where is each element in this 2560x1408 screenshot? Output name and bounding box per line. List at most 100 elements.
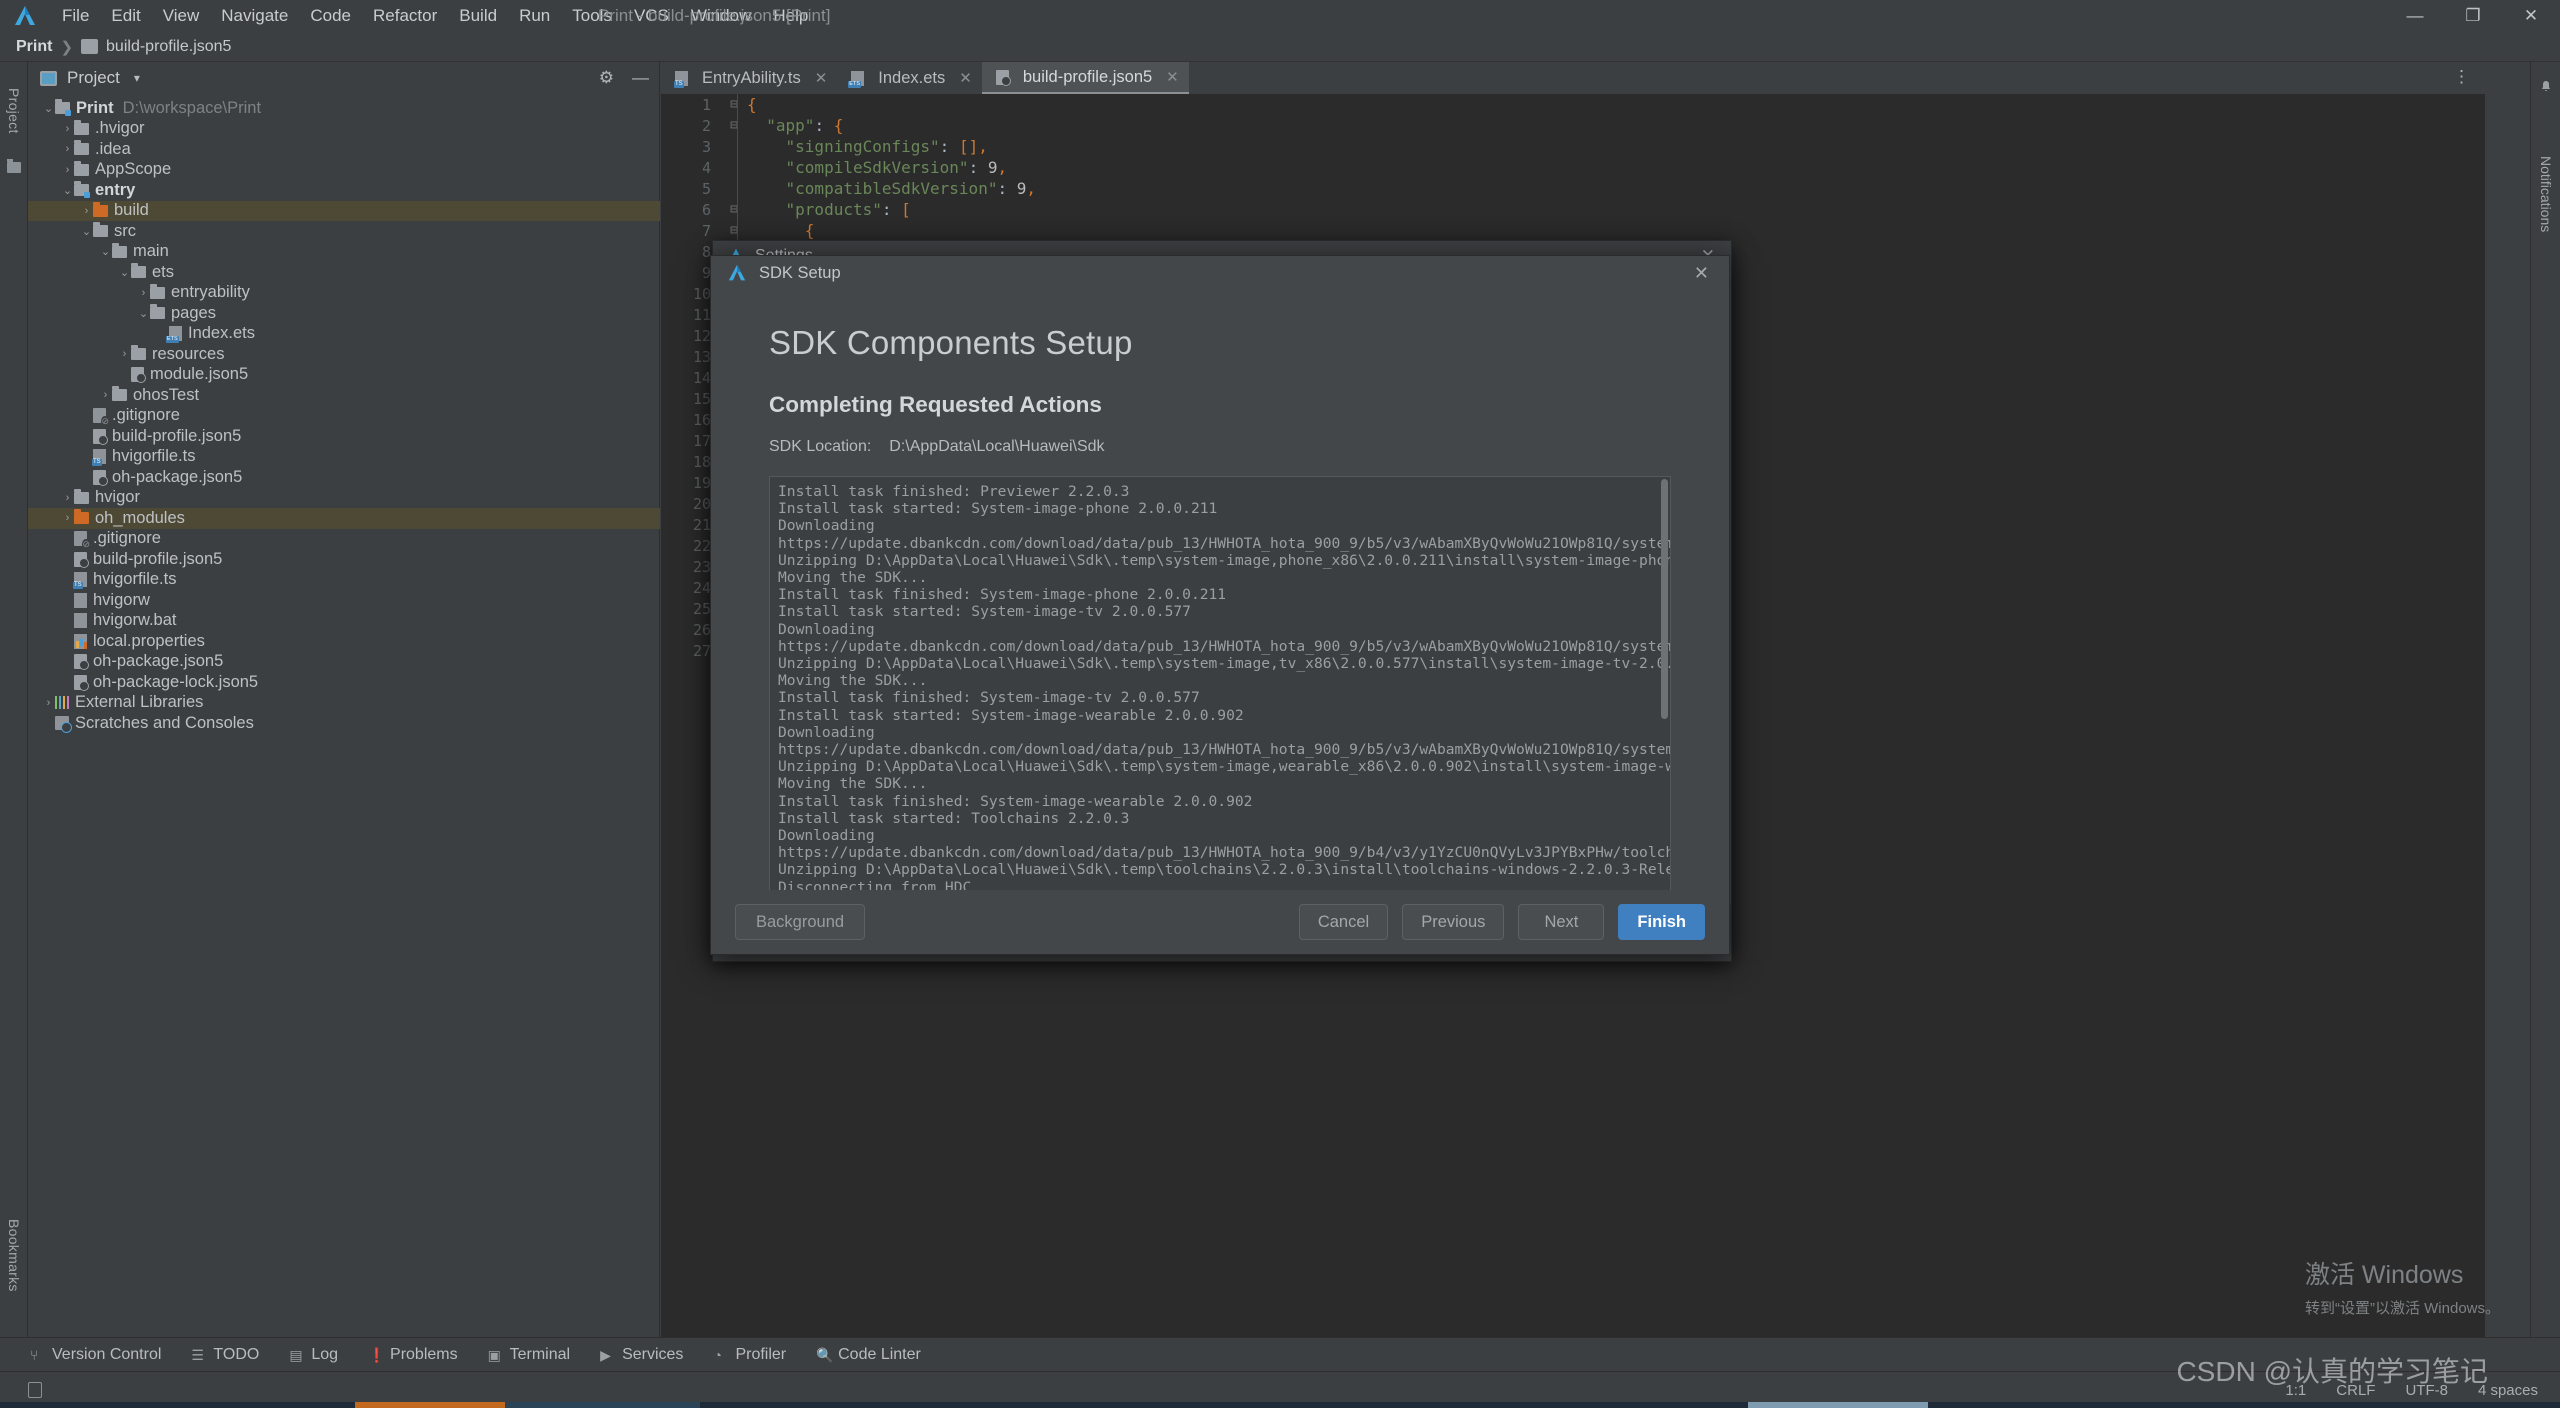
tree-item-src[interactable]: ⌄src	[28, 221, 660, 242]
menu-item-run[interactable]: Run	[519, 6, 550, 26]
chevron-right-icon[interactable]: ›	[61, 512, 74, 524]
tool-window-terminal[interactable]: ▣Terminal	[488, 1346, 570, 1364]
menu-item-view[interactable]: View	[163, 6, 200, 26]
left-tool-strip[interactable]: Project Bookmarks Structure	[0, 62, 28, 1363]
tree-item--hvigor[interactable]: ›.hvigor	[28, 119, 660, 140]
code-text[interactable]: "app": {	[747, 116, 843, 135]
close-icon[interactable]: ✕	[1694, 263, 1709, 284]
tree-item-oh-package-json5[interactable]: ·oh-package.json5	[28, 652, 660, 673]
taskbar-item-2[interactable]	[505, 1402, 700, 1408]
menu-item-file[interactable]: File	[62, 6, 89, 26]
tree-item-entryability[interactable]: ›entryability	[28, 283, 660, 304]
tool-window-problems[interactable]: ❗Problems	[368, 1346, 458, 1364]
sidebar-tab-project[interactable]: Project	[0, 68, 28, 154]
sidebar-tab-bookmarks[interactable]: Bookmarks	[0, 1200, 28, 1310]
cancel-button[interactable]: Cancel	[1299, 904, 1388, 940]
tree-item-hvigor[interactable]: ›hvigor	[28, 488, 660, 509]
bell-icon[interactable]	[2540, 80, 2552, 92]
tree-item-oh-package-json5[interactable]: ·oh-package.json5	[28, 467, 660, 488]
chevron-down-icon[interactable]: ⌄	[80, 225, 93, 238]
tool-window-version-control[interactable]: ⑂Version Control	[30, 1346, 161, 1364]
tree-item-hvigorfile-ts[interactable]: ·hvigorfile.ts	[28, 447, 660, 468]
tree-item-hvigorw[interactable]: ·hvigorw	[28, 590, 660, 611]
tool-window-services[interactable]: ▶Services	[600, 1346, 683, 1364]
chevron-right-icon[interactable]: ›	[80, 205, 93, 217]
editor-tab-bar[interactable]: EntryAbility.ts✕Index.ets✕build-profile.…	[661, 62, 2485, 94]
menu-item-code[interactable]: Code	[310, 6, 351, 26]
finish-button[interactable]: Finish	[1618, 904, 1705, 940]
project-tree[interactable]: ⌄PrintD:\workspace\Print›.hvigor›.idea›A…	[28, 98, 660, 734]
minimize-button[interactable]: —	[2386, 0, 2444, 32]
tree-item-ohostest[interactable]: ›ohosTest	[28, 385, 660, 406]
tree-item-external-libraries[interactable]: ›External Libraries	[28, 693, 660, 714]
chevron-down-icon[interactable]: ⌄	[118, 266, 131, 279]
chevron-down-icon[interactable]: ⌄	[137, 307, 150, 320]
gear-icon[interactable]: ⚙	[599, 68, 614, 88]
maximize-button[interactable]: ❐	[2444, 0, 2502, 32]
chevron-down-icon[interactable]: ⌄	[61, 184, 74, 197]
menu-item-refactor[interactable]: Refactor	[373, 6, 437, 26]
background-button[interactable]: Background	[735, 904, 865, 940]
tree-item-main[interactable]: ⌄main	[28, 242, 660, 263]
tree-item-entry[interactable]: ⌄entry	[28, 180, 660, 201]
taskbar-item-1[interactable]	[355, 1402, 505, 1408]
code-text[interactable]: "products": [	[747, 200, 911, 219]
close-button[interactable]: ✕	[2502, 0, 2560, 32]
tree-item-appscope[interactable]: ›AppScope	[28, 160, 660, 181]
chevron-right-icon[interactable]: ›	[118, 348, 131, 360]
memory-indicator-icon[interactable]	[28, 1382, 42, 1398]
right-tool-strip[interactable]: Notifications	[2530, 62, 2560, 1363]
tree-item-build[interactable]: ›build	[28, 201, 660, 222]
tree-item-scratches-and-consoles[interactable]: ·Scratches and Consoles	[28, 713, 660, 734]
chevron-right-icon[interactable]: ›	[61, 164, 74, 176]
close-tab-icon[interactable]: ✕	[959, 69, 972, 87]
tree-item-pages[interactable]: ⌄pages	[28, 303, 660, 324]
tab-overflow-icon[interactable]: ⋮	[2453, 67, 2471, 87]
tree-item--idea[interactable]: ›.idea	[28, 139, 660, 160]
tree-item--gitignore[interactable]: ·.gitignore	[28, 406, 660, 427]
tool-window-code-linter[interactable]: 🔍Code Linter	[816, 1346, 921, 1364]
tree-item-oh-package-lock-json5[interactable]: ·oh-package-lock.json5	[28, 672, 660, 693]
tree-item-build-profile-json5[interactable]: ·build-profile.json5	[28, 549, 660, 570]
tree-item-module-json5[interactable]: ·module.json5	[28, 365, 660, 386]
chevron-right-icon[interactable]: ›	[99, 389, 112, 401]
fold-toggle-icon[interactable]: ⊟	[721, 223, 747, 238]
tree-item-oh-modules[interactable]: ›oh_modules	[28, 508, 660, 529]
chevron-right-icon[interactable]: ›	[61, 143, 74, 155]
tree-item-build-profile-json5[interactable]: ·build-profile.json5	[28, 426, 660, 447]
tree-item-ets[interactable]: ⌄ets	[28, 262, 660, 283]
fold-toggle-icon[interactable]: ⊟	[721, 97, 747, 112]
code-text[interactable]: "compileSdkVersion": 9,	[747, 158, 1007, 177]
taskbar-item-3[interactable]	[1748, 1402, 1928, 1408]
code-text[interactable]: {	[747, 221, 814, 240]
close-tab-icon[interactable]: ✕	[815, 69, 828, 87]
sidebar-tab-notifications[interactable]: Notifications	[2531, 104, 2560, 284]
tree-item-resources[interactable]: ›resources	[28, 344, 660, 365]
tree-item-index-ets[interactable]: ·Index.ets	[28, 324, 660, 345]
code-text[interactable]: "compatibleSdkVersion": 9,	[747, 179, 1036, 198]
sdk-dialog-footer[interactable]: Background Cancel Previous Next Finish	[711, 890, 1729, 954]
breadcrumb-file[interactable]: build-profile.json5	[106, 38, 231, 56]
next-button[interactable]: Next	[1518, 904, 1604, 940]
code-text[interactable]: {	[747, 95, 757, 114]
menu-item-edit[interactable]: Edit	[111, 6, 140, 26]
editor-tab-build-profile-json5[interactable]: build-profile.json5✕	[982, 62, 1189, 94]
code-text[interactable]: "signingConfigs": [],	[747, 137, 988, 156]
log-vertical-scrollbar[interactable]	[1661, 479, 1668, 719]
chevron-right-icon[interactable]: ›	[42, 697, 55, 709]
tool-window-log[interactable]: ▤Log	[289, 1346, 338, 1364]
chevron-right-icon[interactable]: ›	[61, 492, 74, 504]
tool-window-profiler[interactable]: ◔Profiler	[713, 1346, 786, 1364]
chevron-right-icon[interactable]: ›	[61, 123, 74, 135]
fold-toggle-icon[interactable]: ⊟	[721, 118, 747, 133]
collapse-panel-icon[interactable]: —	[632, 68, 649, 88]
menu-item-build[interactable]: Build	[459, 6, 497, 26]
chevron-down-icon[interactable]: ⌄	[42, 102, 55, 115]
fold-toggle-icon[interactable]: ⊟	[721, 202, 747, 217]
editor-tab-entryability-ts[interactable]: EntryAbility.ts✕	[661, 62, 837, 94]
tree-item-local-properties[interactable]: ·local.properties	[28, 631, 660, 652]
tree-item-print[interactable]: ⌄PrintD:\workspace\Print	[28, 98, 660, 119]
chevron-right-icon[interactable]: ›	[137, 287, 150, 299]
chevron-down-icon[interactable]: ▾	[134, 71, 140, 85]
tool-window-todo[interactable]: ☰TODO	[191, 1346, 259, 1364]
